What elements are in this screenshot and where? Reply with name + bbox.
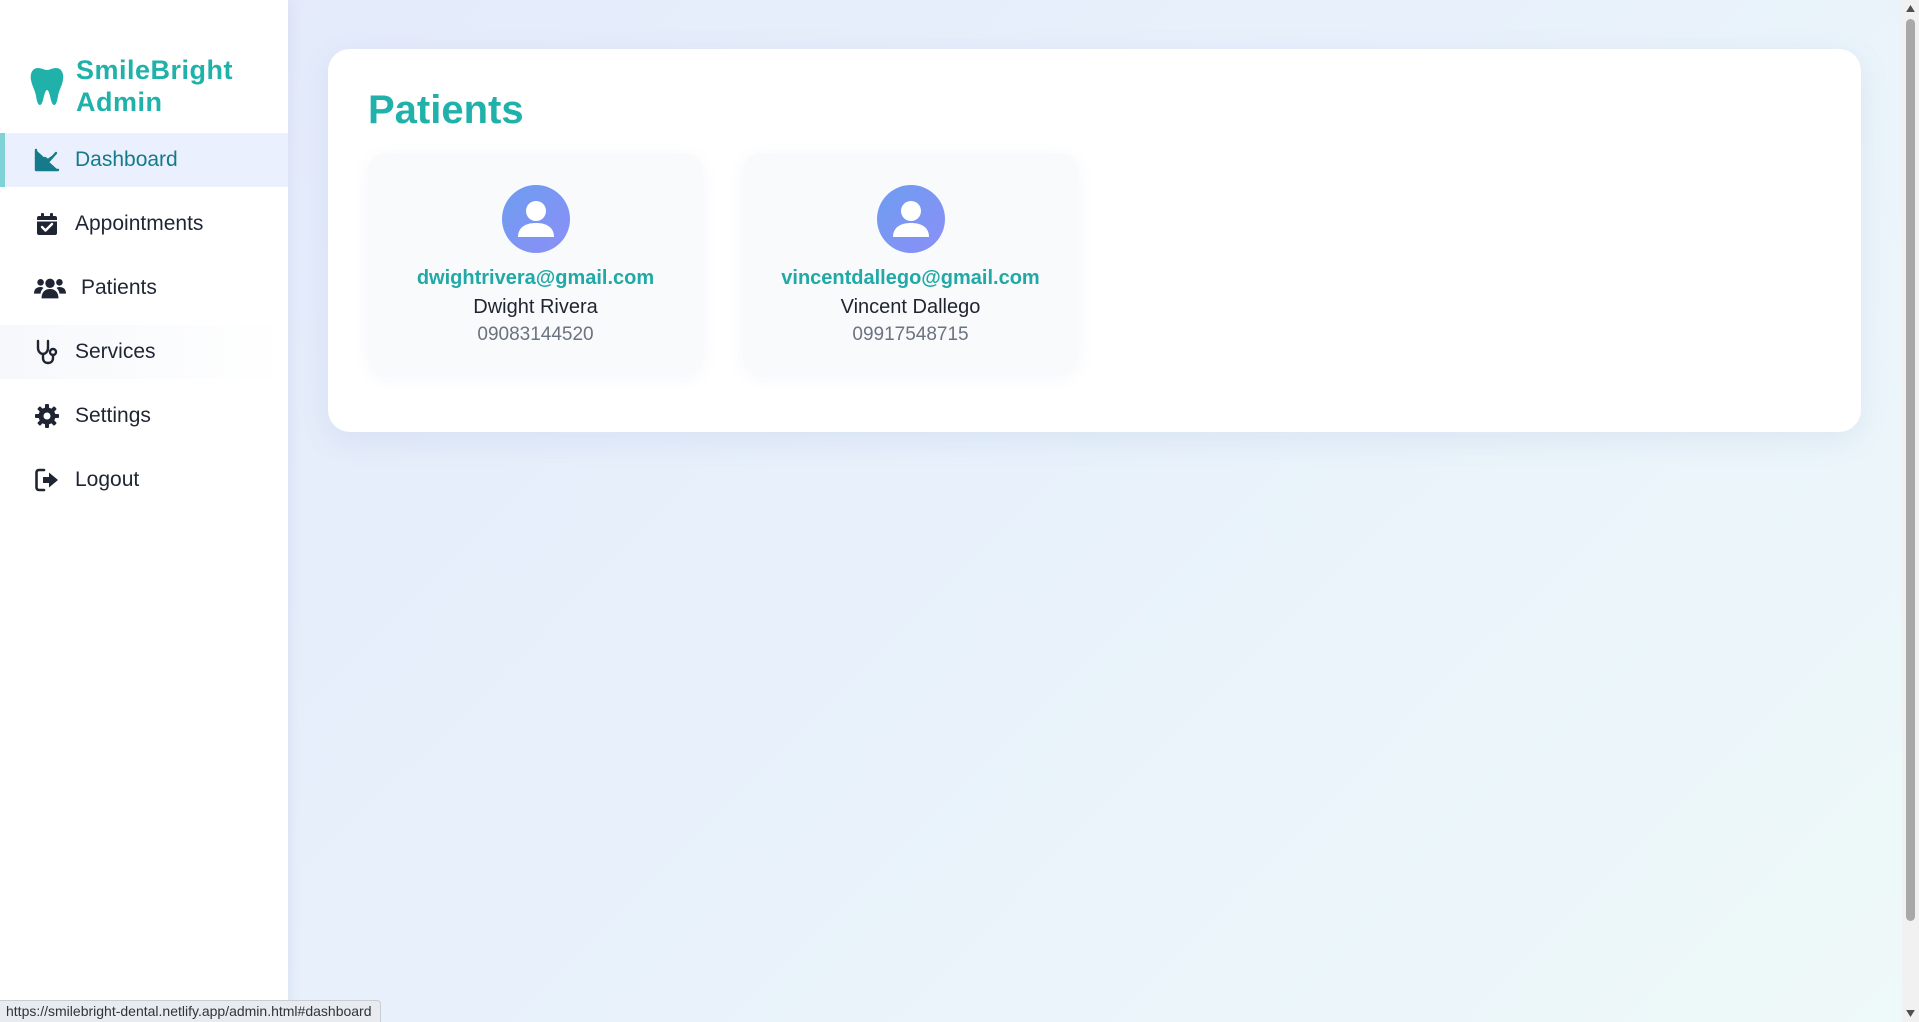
brand-subtitle: Admin bbox=[76, 86, 163, 117]
tooth-icon bbox=[30, 67, 64, 105]
vertical-scrollbar[interactable] bbox=[1902, 0, 1919, 1022]
sidebar-item-dashboard[interactable]: Dashboard bbox=[0, 133, 288, 187]
users-icon bbox=[33, 274, 67, 302]
patient-card-list: dwightrivera@gmail.com Dwight Rivera 090… bbox=[368, 153, 1821, 373]
patient-phone: 09917548715 bbox=[852, 324, 969, 345]
stethoscope-icon bbox=[33, 338, 61, 366]
patients-panel: Patients dwightrivera@gmail.com Dwight R… bbox=[328, 49, 1861, 432]
sidebar-item-appointments[interactable]: Appointments bbox=[0, 197, 288, 251]
user-avatar-icon bbox=[501, 185, 570, 253]
sidebar: SmileBright Admin Dashboard Appointments… bbox=[0, 0, 288, 1022]
sidebar-item-settings[interactable]: Settings bbox=[0, 389, 288, 443]
sidebar-item-label: Appointments bbox=[75, 212, 204, 235]
page-title: Patients bbox=[368, 88, 524, 132]
patient-card[interactable]: dwightrivera@gmail.com Dwight Rivera 090… bbox=[368, 153, 703, 373]
sidebar-item-logout[interactable]: Logout bbox=[0, 453, 288, 507]
patient-phone: 09083144520 bbox=[477, 324, 594, 345]
user-avatar-icon bbox=[876, 185, 945, 253]
sidebar-item-label: Patients bbox=[81, 276, 157, 299]
line-chart-icon bbox=[33, 146, 61, 174]
brand-title: SmileBright bbox=[76, 54, 234, 85]
scroll-down-arrow-icon[interactable] bbox=[1902, 1005, 1919, 1022]
patient-card[interactable]: vincentdallego@gmail.com Vincent Dallego… bbox=[743, 153, 1078, 373]
status-bar-url: https://smilebright-dental.netlify.app/a… bbox=[0, 1000, 381, 1022]
scroll-up-arrow-icon[interactable] bbox=[1902, 0, 1919, 17]
patient-name: Vincent Dallego bbox=[840, 296, 981, 318]
gear-icon bbox=[33, 402, 61, 430]
sidebar-item-label: Services bbox=[75, 340, 156, 363]
patient-name: Dwight Rivera bbox=[473, 296, 598, 318]
sidebar-item-services[interactable]: Services bbox=[0, 325, 288, 379]
calendar-check-icon bbox=[33, 210, 61, 238]
patient-email: vincentdallego@gmail.com bbox=[781, 267, 1040, 289]
scrollbar-thumb[interactable] bbox=[1906, 19, 1915, 921]
sidebar-item-label: Settings bbox=[75, 404, 151, 427]
brand[interactable]: SmileBright Admin bbox=[0, 0, 288, 133]
sidebar-nav: Dashboard Appointments Patients Services… bbox=[0, 133, 288, 507]
logout-icon bbox=[33, 466, 61, 494]
sidebar-item-label: Logout bbox=[75, 468, 140, 491]
patient-email: dwightrivera@gmail.com bbox=[416, 267, 655, 289]
sidebar-item-label: Dashboard bbox=[75, 148, 178, 171]
sidebar-item-patients[interactable]: Patients bbox=[0, 261, 288, 315]
